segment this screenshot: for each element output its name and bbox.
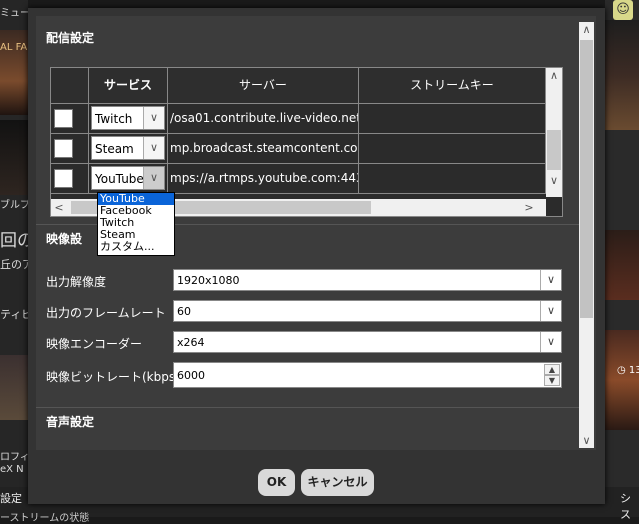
bg-text: ミュージ (0, 8, 28, 19)
bg-thumbnail (605, 20, 639, 130)
ok-button[interactable]: OK (258, 469, 295, 496)
chevron-down-icon[interactable]: ∨ (143, 107, 164, 129)
stream-settings-title: 配信設定 (46, 31, 95, 45)
encoder-label: 映像エンコーダー (46, 337, 143, 351)
clock-icon: ◷ (617, 365, 626, 376)
background-left-panel: ミュージ AL FANT ブルプレイ 回の 丘のア ティビ ク ロフィ eX N (0, 0, 28, 517)
scroll-thumb[interactable] (547, 130, 561, 170)
encoder-select[interactable]: x264 ∨ (173, 331, 562, 353)
table-row: YouTube ∨ mps://a.rtmps.youtube.com:443/… (51, 164, 546, 194)
chevron-down-icon[interactable]: ∨ (540, 332, 561, 352)
stream-key-field[interactable] (359, 164, 546, 193)
bitrate-spinbox[interactable]: 6000 ▲ ▼ (173, 362, 562, 388)
chevron-down-icon[interactable]: ∨ (143, 137, 164, 159)
chevron-down-icon[interactable]: ∨ (540, 270, 561, 290)
service-value: Twitch (95, 112, 133, 126)
scroll-left-icon[interactable]: < (51, 199, 67, 216)
framerate-value: 60 (177, 305, 191, 318)
bg-tab-settings: 設定 (0, 492, 22, 505)
background-right-panel: ☺ ◷ 13 (605, 0, 639, 517)
stream-key-field[interactable] (359, 134, 546, 163)
framerate-label: 出力のフレームレート (46, 306, 166, 320)
server-field[interactable]: mp.broadcast.steamcontent.com/app (168, 134, 359, 163)
service-dropdown-list: YouTube Facebook Twitch Steam カスタム... (97, 192, 175, 256)
resolution-label: 出力解像度 (46, 275, 107, 289)
stream-key-field[interactable] (359, 104, 546, 133)
table-row: Twitch ∨ /osa01.contribute.live-video.ne… (51, 104, 546, 134)
smiley-icon: ☺ (613, 0, 633, 20)
resolution-select[interactable]: 1920x1080 ∨ (173, 269, 562, 291)
framerate-select[interactable]: 60 ∨ (173, 300, 562, 322)
video-settings-title: 映像設 (46, 232, 83, 246)
service-select[interactable]: YouTube ∨ (91, 166, 165, 190)
bg-text: ブルプレイ (0, 200, 28, 211)
row-checkbox[interactable] (54, 169, 73, 188)
chevron-down-icon[interactable]: ∨ (143, 167, 164, 189)
bg-thumbnail (0, 355, 28, 420)
bg-thumbnail (605, 230, 639, 300)
row-checkbox[interactable] (54, 139, 73, 158)
table-vertical-scrollbar[interactable]: ∧ ∨ (546, 68, 562, 197)
scroll-down-icon[interactable]: ∨ (579, 433, 594, 448)
bg-text: ロフィ (0, 452, 28, 463)
audio-settings-title: 音声設定 (46, 415, 95, 429)
scroll-up-icon[interactable]: ∧ (546, 68, 562, 84)
service-value: YouTube (95, 172, 144, 186)
column-header-stream-key: ストリームキー (359, 68, 546, 103)
section-divider (36, 407, 581, 408)
scroll-down-icon[interactable]: ∨ (546, 173, 562, 189)
table-header: サービス サーバー ストリームキー (51, 68, 546, 104)
server-field[interactable]: mps://a.rtmps.youtube.com:443/live2 (168, 164, 359, 193)
column-header-server: サーバー (168, 68, 359, 103)
settings-scroll-area: 配信設定 サービス サーバー ストリームキー Twitch ∨ /osa01.c… (36, 16, 596, 450)
service-select[interactable]: Steam ∨ (91, 136, 165, 160)
bg-text: ティビ (0, 308, 28, 321)
cancel-button[interactable]: キャンセル (301, 469, 374, 496)
encoder-value: x264 (177, 336, 205, 349)
bg-thumbnail (0, 120, 28, 195)
settings-vertical-scrollbar[interactable]: ∧ ∨ (579, 22, 594, 448)
scroll-right-icon[interactable]: > (521, 199, 537, 216)
settings-dialog: 配信設定 サービス サーバー ストリームキー Twitch ∨ /osa01.c… (28, 8, 605, 504)
scroll-up-icon[interactable]: ∧ (579, 22, 594, 37)
row-checkbox[interactable] (54, 109, 73, 128)
bg-tab-system: シス (620, 492, 631, 521)
bg-text: 13 (628, 365, 639, 376)
table-row: Steam ∨ mp.broadcast.steamcontent.com/ap… (51, 134, 546, 164)
bg-text: AL FANT (0, 42, 28, 53)
dropdown-option[interactable]: カスタム... (98, 241, 174, 253)
spin-down-icon[interactable]: ▼ (544, 375, 560, 386)
bitrate-value: 6000 (177, 369, 205, 382)
resolution-value: 1920x1080 (177, 274, 240, 287)
column-header-service: サービス (89, 68, 168, 103)
bitrate-label: 映像ビットレート(kbps) (46, 370, 180, 384)
bg-text: eX N (0, 464, 24, 475)
scroll-thumb[interactable] (580, 40, 593, 318)
service-select[interactable]: Twitch ∨ (91, 106, 165, 130)
bg-text: 丘のア (0, 258, 28, 271)
service-value: Steam (95, 142, 134, 156)
bg-text: 回の (0, 231, 28, 251)
bg-thumbnail (605, 330, 639, 430)
spin-up-icon[interactable]: ▲ (544, 364, 560, 375)
chevron-down-icon[interactable]: ∨ (540, 301, 561, 321)
server-field[interactable]: /osa01.contribute.live-video.net/app/ (168, 104, 359, 133)
